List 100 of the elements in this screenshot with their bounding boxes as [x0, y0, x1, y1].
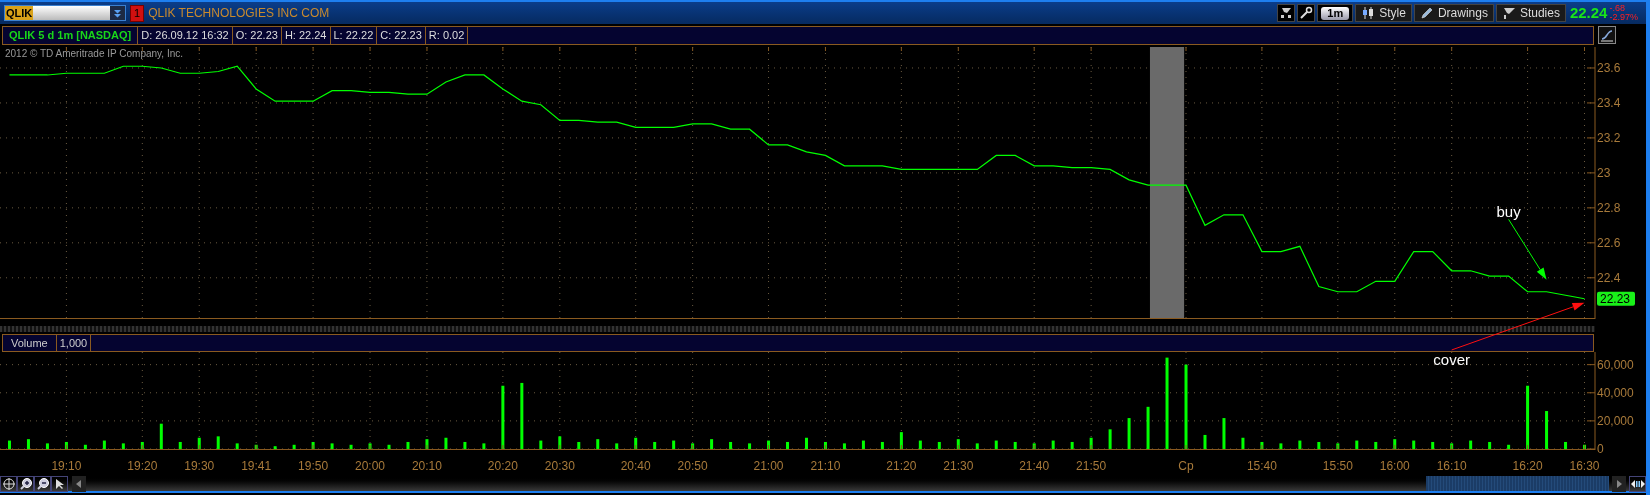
- volume-bar: [1507, 444, 1511, 449]
- toolbar-button[interactable]: Studies: [1495, 4, 1566, 22]
- alert-count-badge[interactable]: 1: [130, 4, 145, 22]
- zoom-out-icon[interactable]: [34, 475, 51, 492]
- wrench-icon[interactable]: [1297, 4, 1316, 22]
- quote-field: L: 22.22: [330, 27, 378, 44]
- time-label: 16:30: [1569, 459, 1600, 473]
- time-label: 19:10: [51, 459, 82, 473]
- crosshair-icon[interactable]: [0, 475, 17, 492]
- time-label: 20:40: [620, 459, 651, 473]
- symbol-field[interactable]: QLIK: [4, 5, 126, 21]
- annotation-arrow: [1508, 218, 1547, 280]
- volume-bar: [178, 441, 182, 449]
- volume-bar: [994, 440, 998, 449]
- axis-label: 0: [1597, 442, 1604, 456]
- scrollbar-thumb[interactable]: [1426, 476, 1609, 491]
- time-label: 20:20: [487, 459, 518, 473]
- zoom-in-icon[interactable]: [17, 475, 34, 492]
- volume-bar: [235, 443, 239, 449]
- scroll-left-icon[interactable]: [72, 475, 86, 492]
- volume-bar: [121, 443, 125, 449]
- volume-bar: [1127, 418, 1131, 449]
- axis-label: 22.4: [1597, 270, 1621, 285]
- aggregation-button[interactable]: 1m: [1321, 6, 1350, 20]
- axis-label: 20,000: [1597, 413, 1634, 428]
- price-change: -.68: [1609, 4, 1626, 13]
- volume-bar: [1089, 437, 1093, 449]
- candlestick-icon: [1361, 6, 1376, 20]
- volume-bar: [823, 441, 827, 449]
- volume-bar: [273, 446, 277, 449]
- resize-handle-icon[interactable]: [1629, 475, 1646, 492]
- volume-bar: [1545, 411, 1549, 449]
- toolbar-button[interactable]: Style: [1355, 4, 1412, 22]
- axis-label: 22.8: [1597, 200, 1621, 215]
- volume-bar: [539, 440, 543, 449]
- time-label: 15:40: [1246, 459, 1277, 473]
- axis-label: 23.6: [1597, 60, 1621, 75]
- volume-bar: [805, 437, 808, 449]
- volume-bar: [1374, 441, 1378, 449]
- time-label: 19:41: [241, 459, 272, 473]
- pencil-icon: [1419, 6, 1434, 20]
- volume-bar: [1450, 443, 1454, 449]
- chart-title: QLIK 5 d 1m [NASDAQ]: [3, 27, 139, 44]
- volume-bar: [140, 441, 144, 449]
- volume-bar: [1412, 440, 1416, 449]
- time-label: 19:20: [127, 459, 158, 473]
- volume-bar: [1279, 443, 1283, 449]
- quote-field: O: 22.23: [232, 27, 282, 44]
- volume-bar: [1241, 437, 1245, 449]
- volume-bar: [1203, 434, 1207, 449]
- pointer-icon[interactable]: [51, 475, 68, 492]
- time-label: 21:10: [810, 459, 841, 473]
- volume-bar: [653, 441, 657, 449]
- volume-bar: [406, 441, 410, 449]
- toolbar-button[interactable]: Drawings: [1413, 4, 1494, 22]
- volume-bar: [8, 440, 11, 449]
- volume-bar: [1108, 429, 1112, 449]
- study-scale: 1,000: [56, 335, 92, 351]
- volume-bar: [45, 443, 49, 449]
- volume-bar: [880, 441, 884, 449]
- volume-bar: [899, 432, 903, 449]
- time-label: 21:50: [1076, 459, 1107, 473]
- volume-bar: [861, 440, 865, 449]
- volume-bar: [1013, 441, 1017, 449]
- volume-bar: [1317, 441, 1321, 449]
- time-label: 19:50: [298, 459, 329, 473]
- volume-bar: [842, 443, 846, 449]
- volume-bar: [786, 441, 789, 449]
- study-name: Volume: [3, 335, 57, 351]
- volume-bar: [1222, 418, 1226, 449]
- volume-bar: [1526, 385, 1530, 449]
- volume-bar: [64, 441, 68, 449]
- time-label: 21:30: [943, 459, 974, 473]
- volume-bar: [577, 441, 581, 449]
- volume-bar: [691, 443, 695, 449]
- time-label: 16:20: [1512, 459, 1543, 473]
- scroll-right-icon[interactable]: [1612, 475, 1626, 492]
- volume-bar: [918, 440, 922, 449]
- volume-bar: [615, 443, 619, 449]
- time-label: 19:30: [184, 459, 215, 473]
- volume-bar: [956, 439, 960, 449]
- volume-bar: [159, 423, 163, 449]
- annotation-label: buy: [1496, 202, 1521, 220]
- quote-field: C: 22.23: [377, 27, 426, 44]
- volume-bar: [672, 440, 676, 449]
- time-label: 20:10: [411, 459, 442, 473]
- time-label: 20:30: [544, 459, 575, 473]
- copyright-text: 2012 © TD Ameritrade IP Company, Inc.: [5, 48, 183, 59]
- volume-bar: [1260, 441, 1264, 449]
- time-label: 20:50: [677, 459, 708, 473]
- quote-field: R: 0.02: [425, 27, 469, 44]
- quote-field: H: 22.24: [281, 27, 331, 44]
- time-label: 20:00: [355, 459, 386, 473]
- volume-bar: [937, 441, 941, 449]
- curve-icon[interactable]: [1598, 26, 1616, 44]
- volume-bar: [254, 444, 258, 449]
- volume-bar: [558, 436, 562, 449]
- axis-label: 40,000: [1597, 385, 1634, 400]
- volume-bar: [1355, 440, 1359, 449]
- volume-bar: [1431, 441, 1435, 449]
